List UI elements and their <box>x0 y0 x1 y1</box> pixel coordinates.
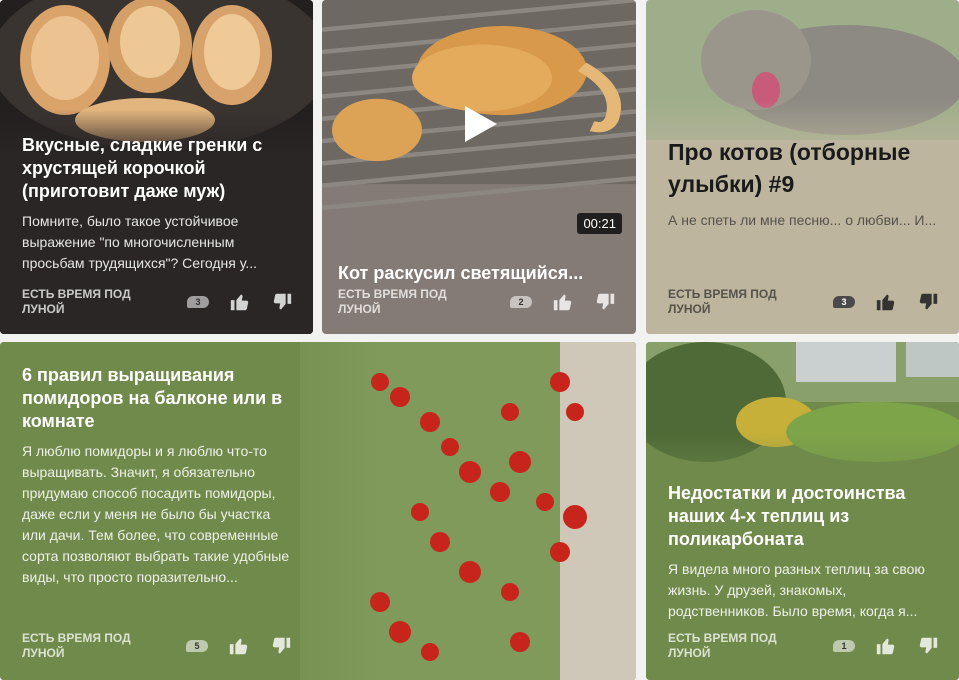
comment-bubble-icon[interactable]: 1 <box>833 640 855 652</box>
card-snippet: Я люблю помидоры и я люблю что-то выращи… <box>22 443 290 585</box>
thumb-down-icon[interactable] <box>271 291 293 313</box>
thumb-up-icon[interactable] <box>552 291 574 313</box>
article-card[interactable]: 6 правил выращивания помидоров на балкон… <box>0 342 636 680</box>
channel-name[interactable]: ЕСТЬ ВРЕМЯ ПОД ЛУНОЙ <box>668 287 808 317</box>
channel-name[interactable]: ЕСТЬ ВРЕМЯ ПОД ЛУНОЙ <box>338 287 478 317</box>
comment-bubble-icon[interactable]: 3 <box>833 296 855 308</box>
channel-name[interactable]: ЕСТЬ ВРЕМЯ ПОД ЛУНОЙ <box>22 287 162 317</box>
article-card[interactable]: Недостатки и достоинства наших 4-х тепли… <box>646 342 959 680</box>
thumb-up-icon[interactable] <box>228 635 250 657</box>
play-icon[interactable] <box>457 102 501 146</box>
channel-name[interactable]: ЕСТЬ ВРЕМЯ ПОД ЛУНОЙ <box>668 631 808 661</box>
thumb-up-icon[interactable] <box>875 291 897 313</box>
comment-bubble-icon[interactable]: 3 <box>187 296 209 308</box>
thumb-up-icon[interactable] <box>875 635 897 657</box>
thumb-down-icon[interactable] <box>917 291 939 313</box>
video-card[interactable]: 00:21 Кот раскусил светящийся... ЕСТЬ ВР… <box>322 0 636 334</box>
article-card[interactable]: Про котов (отборные улыбки) #9 А не спет… <box>646 0 959 334</box>
thumb-down-icon[interactable] <box>270 635 292 657</box>
comment-bubble-icon[interactable]: 5 <box>186 640 208 652</box>
thumb-down-icon[interactable] <box>594 291 616 313</box>
thumb-up-icon[interactable] <box>229 291 251 313</box>
card-title[interactable]: Недостатки и достоинства наших 4-х тепли… <box>668 482 937 551</box>
card-snippet: А не спеть ли мне песню... о любви... И.… <box>668 212 937 228</box>
thumb-down-icon[interactable] <box>917 635 939 657</box>
channel-name[interactable]: ЕСТЬ ВРЕМЯ ПОД ЛУНОЙ <box>22 631 162 661</box>
card-title[interactable]: Про котов (отборные улыбки) #9 <box>668 136 937 200</box>
card-snippet: Я видела много разных теплиц за свою жиз… <box>668 561 925 619</box>
card-snippet: Помните, было такое устойчивое выражение… <box>22 213 257 271</box>
card-title[interactable]: 6 правил выращивания помидоров на балкон… <box>22 364 292 433</box>
card-title[interactable]: Вкусные, сладкие гренки с хрустящей коро… <box>22 134 291 203</box>
article-card[interactable]: Вкусные, сладкие гренки с хрустящей коро… <box>0 0 313 334</box>
video-duration: 00:21 <box>577 213 622 234</box>
card-title[interactable]: Кот раскусил светящийся... <box>338 262 614 285</box>
comment-bubble-icon[interactable]: 2 <box>510 296 532 308</box>
